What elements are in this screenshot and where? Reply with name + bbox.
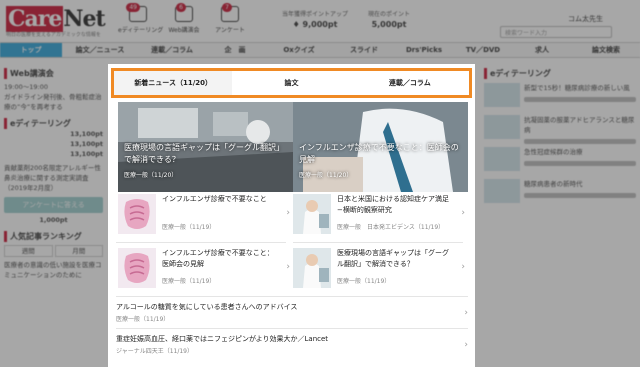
doctor-thumbnail: [293, 194, 331, 234]
article-title: インフルエンザ診療で不要なこと：医師会の見解: [162, 249, 274, 268]
article-meta: ジャーナル四天王（11/19）: [116, 348, 193, 355]
divider: [116, 328, 468, 329]
divider: [116, 242, 286, 243]
article-card[interactable]: 医療現場の言語ギャップは「グーグル翻訳」で解消できる？ 医療一般（11/19） …: [293, 248, 465, 294]
article-card[interactable]: 日本と米国における認知症ケア満足−横断的観察研究 医療一般 日本発エビデンス（1…: [293, 194, 465, 240]
hero-caption: 医療現場の言語ギャップは「グーグル翻訳」で解消できる？: [124, 143, 284, 164]
article-meta: 医療一般（11/19）: [116, 316, 170, 323]
article-meta: 医療一般 日本発エビデンス（11/19）: [337, 224, 445, 231]
chevron-right-icon: ›: [461, 208, 465, 218]
tab-column[interactable]: 連載／コラム: [350, 71, 469, 95]
list-item[interactable]: アルコールの糖質を気にしている患者さんへのアドバイス 医療一般（11/19） ›: [116, 302, 468, 324]
chevron-right-icon: ›: [286, 208, 290, 218]
article-meta: 医療一般（11/19）: [162, 278, 216, 285]
intestine-thumbnail: [118, 194, 156, 234]
article-meta: 医療一般（11/19）: [337, 278, 391, 285]
article-title: アルコールの糖質を気にしている患者さんへのアドバイス: [116, 303, 298, 311]
divider: [116, 296, 468, 297]
article-card[interactable]: インフルエンザ診療で不要なこと 医療一般（11/19） ›: [118, 194, 290, 240]
chevron-right-icon: ›: [464, 308, 468, 318]
intestine-thumbnail: [118, 248, 156, 288]
hero-article[interactable]: インフルエンザ診療で不要なこと：医師会の見解 医療一般（11/20）: [293, 102, 468, 192]
article-card[interactable]: インフルエンザ診療で不要なこと：医師会の見解 医療一般（11/19） ›: [118, 248, 290, 294]
article-title: 重症妊娠高血圧、経口薬ではニフェジピンがより効果大か／Lancet: [116, 335, 329, 343]
divider: [293, 242, 463, 243]
article-title: 日本と米国における認知症ケア満足−横断的観察研究: [337, 195, 449, 214]
chevron-right-icon: ›: [286, 262, 290, 272]
hero-meta: 医療一般（11/20）: [299, 172, 353, 179]
tab-papers[interactable]: 論文: [232, 71, 351, 95]
chevron-right-icon: ›: [464, 340, 468, 350]
doctor-thumbnail: [293, 248, 331, 288]
list-item[interactable]: 重症妊娠高血圧、経口薬ではニフェジピンがより効果大か／Lancet ジャーナル四…: [116, 334, 468, 356]
hero-caption: インフルエンザ診療で不要なこと：医師会の見解: [299, 143, 459, 164]
news-modal: 新着ニュース（11/20） 論文 連載／コラム 医療現場の言語ギャップは「グーグ…: [108, 64, 475, 367]
hero-article[interactable]: 医療現場の言語ギャップは「グーグル翻訳」で解消できる？ 医療一般（11/20）: [118, 102, 293, 192]
article-title: 医療現場の言語ギャップは「グーグル翻訳」で解消できる？: [337, 249, 449, 268]
article-title: インフルエンザ診療で不要なこと: [162, 195, 267, 203]
tab-new-news[interactable]: 新着ニュース（11/20）: [114, 71, 233, 95]
modal-tabs: 新着ニュース（11/20） 論文 連載／コラム: [111, 68, 472, 98]
hero-meta: 医療一般（11/20）: [124, 172, 178, 179]
article-meta: 医療一般（11/19）: [162, 224, 216, 231]
chevron-right-icon: ›: [461, 262, 465, 272]
